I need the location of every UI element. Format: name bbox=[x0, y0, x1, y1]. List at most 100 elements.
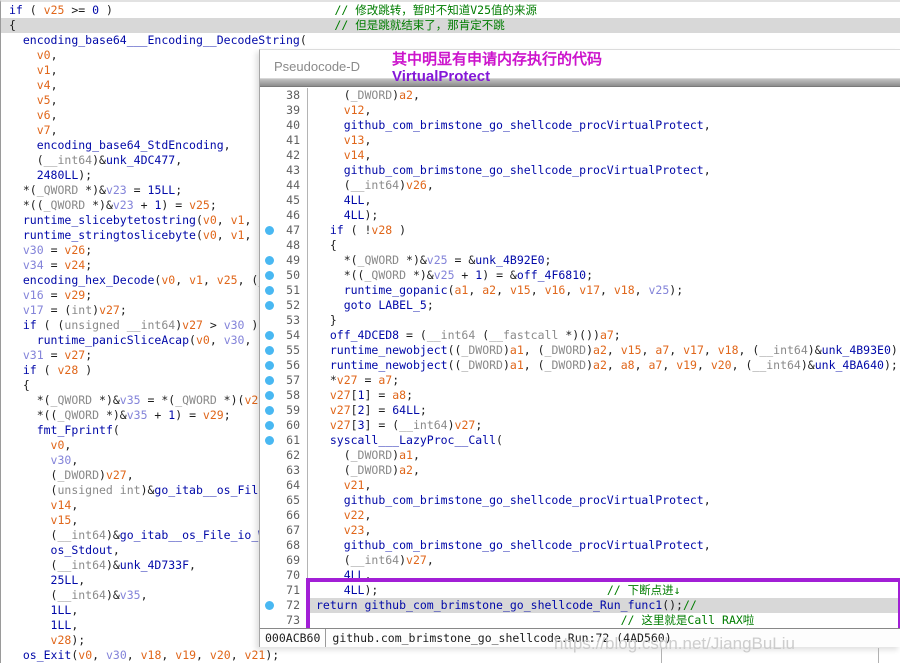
code-content[interactable]: *v27 = a7; bbox=[308, 373, 900, 388]
line-number-gutter[interactable]: 42 bbox=[260, 148, 308, 163]
pseudocode-line-48[interactable]: 48 { bbox=[260, 238, 900, 253]
line-number-gutter[interactable]: 48 bbox=[260, 238, 308, 253]
pseudocode-line-56[interactable]: 56 runtime_newobject((_DWORD)a1, (_DWORD… bbox=[260, 358, 900, 373]
pseudocode-line-62[interactable]: 62 (_DWORD)a1, bbox=[260, 448, 900, 463]
code-content[interactable]: if ( !v28 ) bbox=[308, 223, 900, 238]
line-number-gutter[interactable]: 66 bbox=[260, 508, 308, 523]
pseudocode-line-60[interactable]: 60 v27[3] = (__int64)v27; bbox=[260, 418, 900, 433]
line-number-gutter[interactable]: 46 bbox=[260, 208, 308, 223]
pseudocode-line-39[interactable]: 39 v12, bbox=[260, 103, 900, 118]
line-number-gutter[interactable]: 65 bbox=[260, 493, 308, 508]
pseudocode-line-65[interactable]: 65 github_com_brimstone_go_shellcode_pro… bbox=[260, 493, 900, 508]
breakpoint-icon[interactable] bbox=[265, 226, 274, 235]
pseudocode-line-54[interactable]: 54 off_4DCED8 = (__int64 (__fastcall *)(… bbox=[260, 328, 900, 343]
line-number-gutter[interactable]: 72 bbox=[260, 598, 308, 613]
line-number-gutter[interactable]: 69 bbox=[260, 553, 308, 568]
code-content[interactable]: *(_QWORD *)&v25 = &unk_4B92E0; bbox=[308, 253, 900, 268]
code-content[interactable]: (__int64)v26, bbox=[308, 178, 900, 193]
code-content[interactable]: (_DWORD)a2, bbox=[308, 463, 900, 478]
pseudocode-line-40[interactable]: 40 github_com_brimstone_go_shellcode_pro… bbox=[260, 118, 900, 133]
code-content[interactable]: (__int64)v27, bbox=[308, 553, 900, 568]
breakpoint-icon[interactable] bbox=[265, 361, 274, 370]
breakpoint-icon[interactable] bbox=[265, 421, 274, 430]
line-number-gutter[interactable]: 40 bbox=[260, 118, 308, 133]
pseudocode-line-61[interactable]: 61 syscall___LazyProc__Call( bbox=[260, 433, 900, 448]
line-number-gutter[interactable]: 58 bbox=[260, 388, 308, 403]
code-content[interactable]: v13, bbox=[308, 133, 900, 148]
code-content[interactable]: 4LL); bbox=[308, 208, 900, 223]
line-number-gutter[interactable]: 64 bbox=[260, 478, 308, 493]
pseudocode-line-44[interactable]: 44 (__int64)v26, bbox=[260, 178, 900, 193]
pseudocode-line-59[interactable]: 59 v27[2] = 64LL; bbox=[260, 403, 900, 418]
breakpoint-icon[interactable] bbox=[265, 436, 274, 445]
line-number-gutter[interactable]: 68 bbox=[260, 538, 308, 553]
line-number-gutter[interactable]: 61 bbox=[260, 433, 308, 448]
code-content[interactable]: (_DWORD)a1, bbox=[308, 448, 900, 463]
breakpoint-icon[interactable] bbox=[265, 406, 274, 415]
line-number-gutter[interactable]: 39 bbox=[260, 103, 308, 118]
line-number-gutter[interactable]: 38 bbox=[260, 88, 308, 103]
code-content[interactable]: *((_QWORD *)&v25 + 1) = &off_4F6810; bbox=[308, 268, 900, 283]
line-number-gutter[interactable]: 41 bbox=[260, 133, 308, 148]
code-content[interactable]: github_com_brimstone_go_shellcode_procVi… bbox=[308, 493, 900, 508]
code-content[interactable]: } bbox=[308, 313, 900, 328]
breakpoint-icon[interactable] bbox=[265, 256, 274, 265]
line-number-gutter[interactable]: 56 bbox=[260, 358, 308, 373]
pseudocode-line-46[interactable]: 46 4LL); bbox=[260, 208, 900, 223]
code-content[interactable]: off_4DCED8 = (__int64 (__fastcall *)())a… bbox=[308, 328, 900, 343]
pseudocode-line-67[interactable]: 67 v23, bbox=[260, 523, 900, 538]
code-content[interactable]: (_DWORD)a2, bbox=[308, 88, 900, 103]
pseudocode-line-47[interactable]: 47 if ( !v28 ) bbox=[260, 223, 900, 238]
pseudocode-line-51[interactable]: 51 runtime_gopanic(a1, a2, v15, v16, v17… bbox=[260, 283, 900, 298]
code-content[interactable]: v23, bbox=[308, 523, 900, 538]
code-line[interactable]: encoding_base64___Encoding__DecodeString… bbox=[1, 33, 900, 48]
pseudocode-line-42[interactable]: 42 v14, bbox=[260, 148, 900, 163]
breakpoint-icon[interactable] bbox=[265, 301, 274, 310]
code-content[interactable]: v21, bbox=[308, 478, 900, 493]
code-content[interactable]: runtime_gopanic(a1, a2, v15, v16, v17, v… bbox=[308, 283, 900, 298]
pseudocode-line-43[interactable]: 43 github_com_brimstone_go_shellcode_pro… bbox=[260, 163, 900, 178]
line-number-gutter[interactable]: 71 bbox=[260, 583, 308, 598]
pseudocode-line-64[interactable]: 64 v21, bbox=[260, 478, 900, 493]
pseudocode-line-63[interactable]: 63 (_DWORD)a2, bbox=[260, 463, 900, 478]
line-number-gutter[interactable]: 62 bbox=[260, 448, 308, 463]
code-content[interactable]: 4LL); // 下断点进↓ bbox=[308, 583, 900, 598]
code-content[interactable]: // 这里就是Call RAX啦 bbox=[308, 613, 900, 628]
pseudocode-line-68[interactable]: 68 github_com_brimstone_go_shellcode_pro… bbox=[260, 538, 900, 553]
code-content[interactable]: v27[1] = a8; bbox=[308, 388, 900, 403]
line-number-gutter[interactable]: 51 bbox=[260, 283, 308, 298]
code-content[interactable]: 4LL, bbox=[308, 193, 900, 208]
breakpoint-icon[interactable] bbox=[265, 601, 274, 610]
code-content[interactable]: syscall___LazyProc__Call( bbox=[308, 433, 900, 448]
breakpoint-icon[interactable] bbox=[265, 331, 274, 340]
line-number-gutter[interactable]: 57 bbox=[260, 373, 308, 388]
pseudocode-line-69[interactable]: 69 (__int64)v27, bbox=[260, 553, 900, 568]
line-number-gutter[interactable]: 73 bbox=[260, 613, 308, 628]
code-content[interactable]: github_com_brimstone_go_shellcode_procVi… bbox=[308, 538, 900, 553]
pseudocode-line-50[interactable]: 50 *((_QWORD *)&v25 + 1) = &off_4F6810; bbox=[260, 268, 900, 283]
breakpoint-icon[interactable] bbox=[265, 391, 274, 400]
pseudocode-line-70[interactable]: 70 4LL, bbox=[260, 568, 900, 583]
code-content[interactable]: v12, bbox=[308, 103, 900, 118]
line-number-gutter[interactable]: 70 bbox=[260, 568, 308, 583]
line-number-gutter[interactable]: 43 bbox=[260, 163, 308, 178]
code-content[interactable]: github_com_brimstone_go_shellcode_procVi… bbox=[308, 118, 900, 133]
pseudocode-line-73[interactable]: 73 // 这里就是Call RAX啦 bbox=[260, 613, 900, 628]
code-content[interactable]: return github_com_brimstone_go_shellcode… bbox=[308, 598, 900, 613]
code-content[interactable]: 4LL, bbox=[308, 568, 900, 583]
pseudocode-line-58[interactable]: 58 v27[1] = a8; bbox=[260, 388, 900, 403]
line-number-gutter[interactable]: 45 bbox=[260, 193, 308, 208]
pseudocode-line-66[interactable]: 66 v22, bbox=[260, 508, 900, 523]
code-content[interactable]: v27[3] = (__int64)v27; bbox=[308, 418, 900, 433]
pseudocode-line-52[interactable]: 52 goto LABEL_5; bbox=[260, 298, 900, 313]
line-number-gutter[interactable]: 49 bbox=[260, 253, 308, 268]
code-line[interactable]: os_Exit(v0, v30, v18, v19, v20, v21); bbox=[1, 648, 900, 663]
line-number-gutter[interactable]: 59 bbox=[260, 403, 308, 418]
line-number-gutter[interactable]: 47 bbox=[260, 223, 308, 238]
code-content[interactable]: github_com_brimstone_go_shellcode_procVi… bbox=[308, 163, 900, 178]
breakpoint-icon[interactable] bbox=[265, 286, 274, 295]
code-content[interactable]: v27[2] = 64LL; bbox=[308, 403, 900, 418]
line-number-gutter[interactable]: 52 bbox=[260, 298, 308, 313]
code-line[interactable]: { // 但是跳就结束了，那肯定不跳 bbox=[1, 18, 900, 33]
code-content[interactable]: goto LABEL_5; bbox=[308, 298, 900, 313]
